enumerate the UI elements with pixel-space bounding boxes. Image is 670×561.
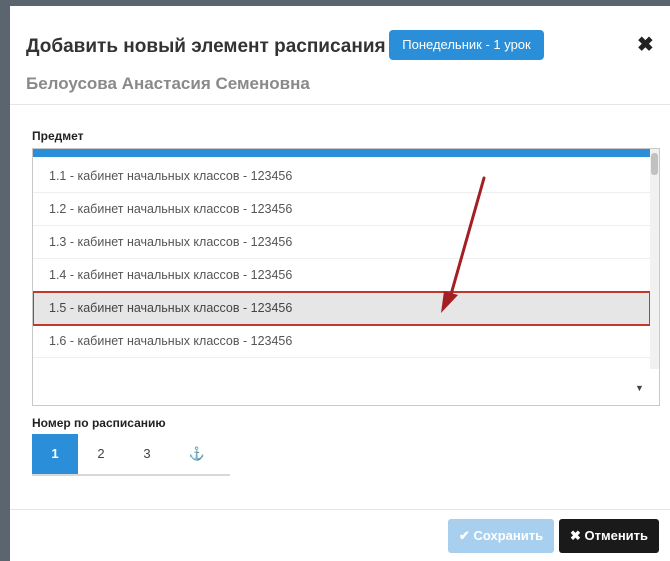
x-icon: ✖ [569, 528, 581, 543]
subject-label: Предмет [32, 129, 84, 143]
add-schedule-item-dialog: Добавить новый элемент расписания Понеде… [10, 6, 670, 561]
save-button-label: Сохранить [473, 528, 544, 543]
schedule-number-label: Номер по расписанию [32, 416, 166, 430]
window-border-left [0, 0, 10, 561]
tab-number-2[interactable]: 2 [78, 434, 124, 474]
schedule-number-tabs: 1 2 3 ⚓ [32, 434, 230, 476]
tab-number-3[interactable]: 3 [124, 434, 170, 474]
tab-number-1[interactable]: 1 [32, 434, 78, 474]
subject-option-highlighted[interactable]: 1.5 - кабинет начальных классов - 123456 [33, 291, 651, 326]
cancel-button[interactable]: ✖ Отменить [559, 519, 659, 553]
header-divider [10, 104, 670, 105]
subject-option[interactable]: 1.1 - кабинет начальных классов - 123456 [33, 160, 650, 193]
save-button[interactable]: ✔ Сохранить [448, 519, 554, 553]
scrollbar-thumb[interactable] [651, 153, 658, 175]
options-scrollbar[interactable] [650, 149, 659, 369]
day-lesson-badge: Понедельник - 1 урок [389, 30, 544, 60]
footer-divider [10, 509, 670, 510]
subject-options-list: 1.1 - кабинет начальных классов - 123456… [33, 160, 651, 358]
subject-select-dropdown[interactable]: 1.1 - кабинет начальных классов - 123456… [32, 148, 660, 406]
dialog-title: Добавить новый элемент расписания [26, 36, 386, 57]
subject-option[interactable]: 1.3 - кабинет начальных классов - 123456 [33, 226, 650, 259]
subject-option[interactable]: 1.2 - кабинет начальных классов - 123456 [33, 193, 650, 226]
check-icon: ✔ [458, 528, 470, 543]
select-search-bar[interactable] [33, 149, 650, 157]
close-icon[interactable]: ✖ [637, 32, 654, 57]
teacher-name: Белоусова Анастасия Семеновна [26, 74, 310, 93]
subject-option[interactable]: 1.4 - кабинет начальных классов - 123456 [33, 259, 650, 292]
subject-option[interactable]: 1.6 - кабинет начальных классов - 123456 [33, 325, 650, 358]
anchor-icon[interactable]: ⚓ [174, 434, 220, 474]
cancel-button-label: Отменить [584, 528, 649, 543]
chevron-down-icon[interactable]: ▼ [635, 383, 644, 393]
